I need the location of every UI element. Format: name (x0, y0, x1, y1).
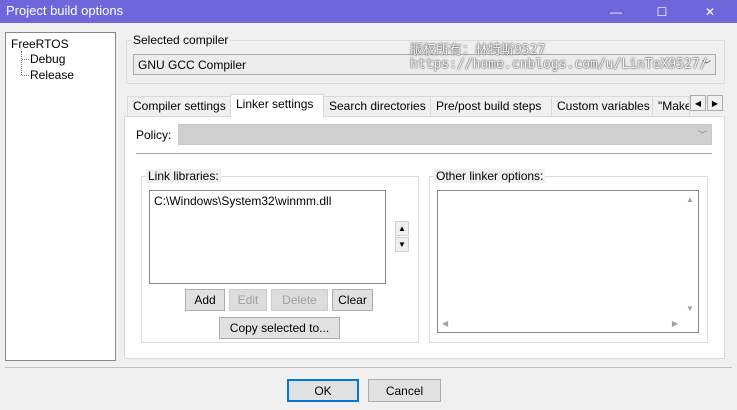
selected-compiler-label: Selected compiler (131, 33, 231, 47)
maximize-icon[interactable]: ☐ (639, 0, 685, 23)
horizontal-scrollbar[interactable]: ◀ ▶ (438, 316, 698, 332)
add-button[interactable]: Add (185, 289, 225, 311)
tab-scroll-left-icon[interactable]: ◀ (690, 95, 706, 111)
window-title: Project build options (6, 3, 124, 18)
tree-connector (21, 51, 22, 75)
move-down-icon[interactable]: ▼ (395, 237, 409, 252)
tab-compiler-settings[interactable]: Compiler settings (127, 96, 231, 116)
tree-connector (22, 75, 29, 76)
tab-scroll-right-icon[interactable]: ▶ (707, 95, 723, 111)
tab-search-directories[interactable]: Search directories (323, 96, 431, 116)
tree-item-freertos[interactable]: FreeRTOS (11, 37, 69, 51)
policy-select: ﹀ (178, 124, 712, 145)
tab-make-commands[interactable]: "Make" (652, 96, 690, 116)
tab-linker-settings[interactable]: Linker settings (230, 94, 324, 117)
ok-button[interactable]: OK (287, 379, 359, 402)
move-up-icon[interactable]: ▲ (395, 221, 409, 236)
tab-pre-post-build-steps[interactable]: Pre/post build steps (430, 96, 552, 116)
tab-custom-variables[interactable]: Custom variables (551, 96, 653, 116)
scroll-left-icon[interactable]: ◀ (442, 319, 448, 328)
watermark-url: https://home.cnblogs.com/u/LinTeX9527/ (410, 57, 708, 72)
divider (136, 153, 712, 154)
copy-selected-to-button[interactable]: Copy selected to... (219, 317, 340, 339)
other-linker-options-label: Other linker options: (434, 169, 546, 183)
link-libraries-label: Link libraries: (146, 169, 221, 183)
tab-strip: Compiler settings Linker settings Search… (127, 94, 727, 117)
delete-button[interactable]: Delete (271, 289, 328, 311)
close-icon[interactable]: ✕ (687, 0, 733, 23)
scroll-up-icon[interactable]: ▲ (686, 195, 694, 204)
divider (5, 367, 732, 368)
watermark-copyright: 版权所有：林特斯9527 (410, 43, 546, 58)
vertical-scrollbar[interactable]: ▲ ▼ (682, 191, 698, 317)
compiler-select-value: GNU GCC Compiler (138, 58, 247, 72)
clear-button[interactable]: Clear (332, 289, 373, 311)
title-bar: Project build options — ☐ ✕ (0, 0, 737, 23)
cancel-button[interactable]: Cancel (368, 379, 441, 402)
tree-item-release[interactable]: Release (30, 68, 74, 82)
minimize-icon[interactable]: — (593, 0, 639, 23)
link-libraries-list[interactable]: C:\Windows\System32\winmm.dll (149, 190, 386, 284)
edit-button[interactable]: Edit (229, 289, 267, 311)
chevron-down-icon: ﹀ (697, 130, 707, 140)
tree-connector (22, 59, 29, 60)
scroll-right-icon[interactable]: ▶ (672, 319, 678, 328)
build-target-tree[interactable]: FreeRTOS Debug Release (5, 32, 116, 361)
tree-item-debug[interactable]: Debug (30, 52, 65, 66)
policy-label: Policy: (136, 128, 172, 142)
list-item[interactable]: C:\Windows\System32\winmm.dll (154, 194, 331, 208)
other-linker-options-input[interactable]: ▲ ▼ ◀ ▶ (437, 190, 699, 333)
scroll-down-icon[interactable]: ▼ (686, 304, 694, 313)
